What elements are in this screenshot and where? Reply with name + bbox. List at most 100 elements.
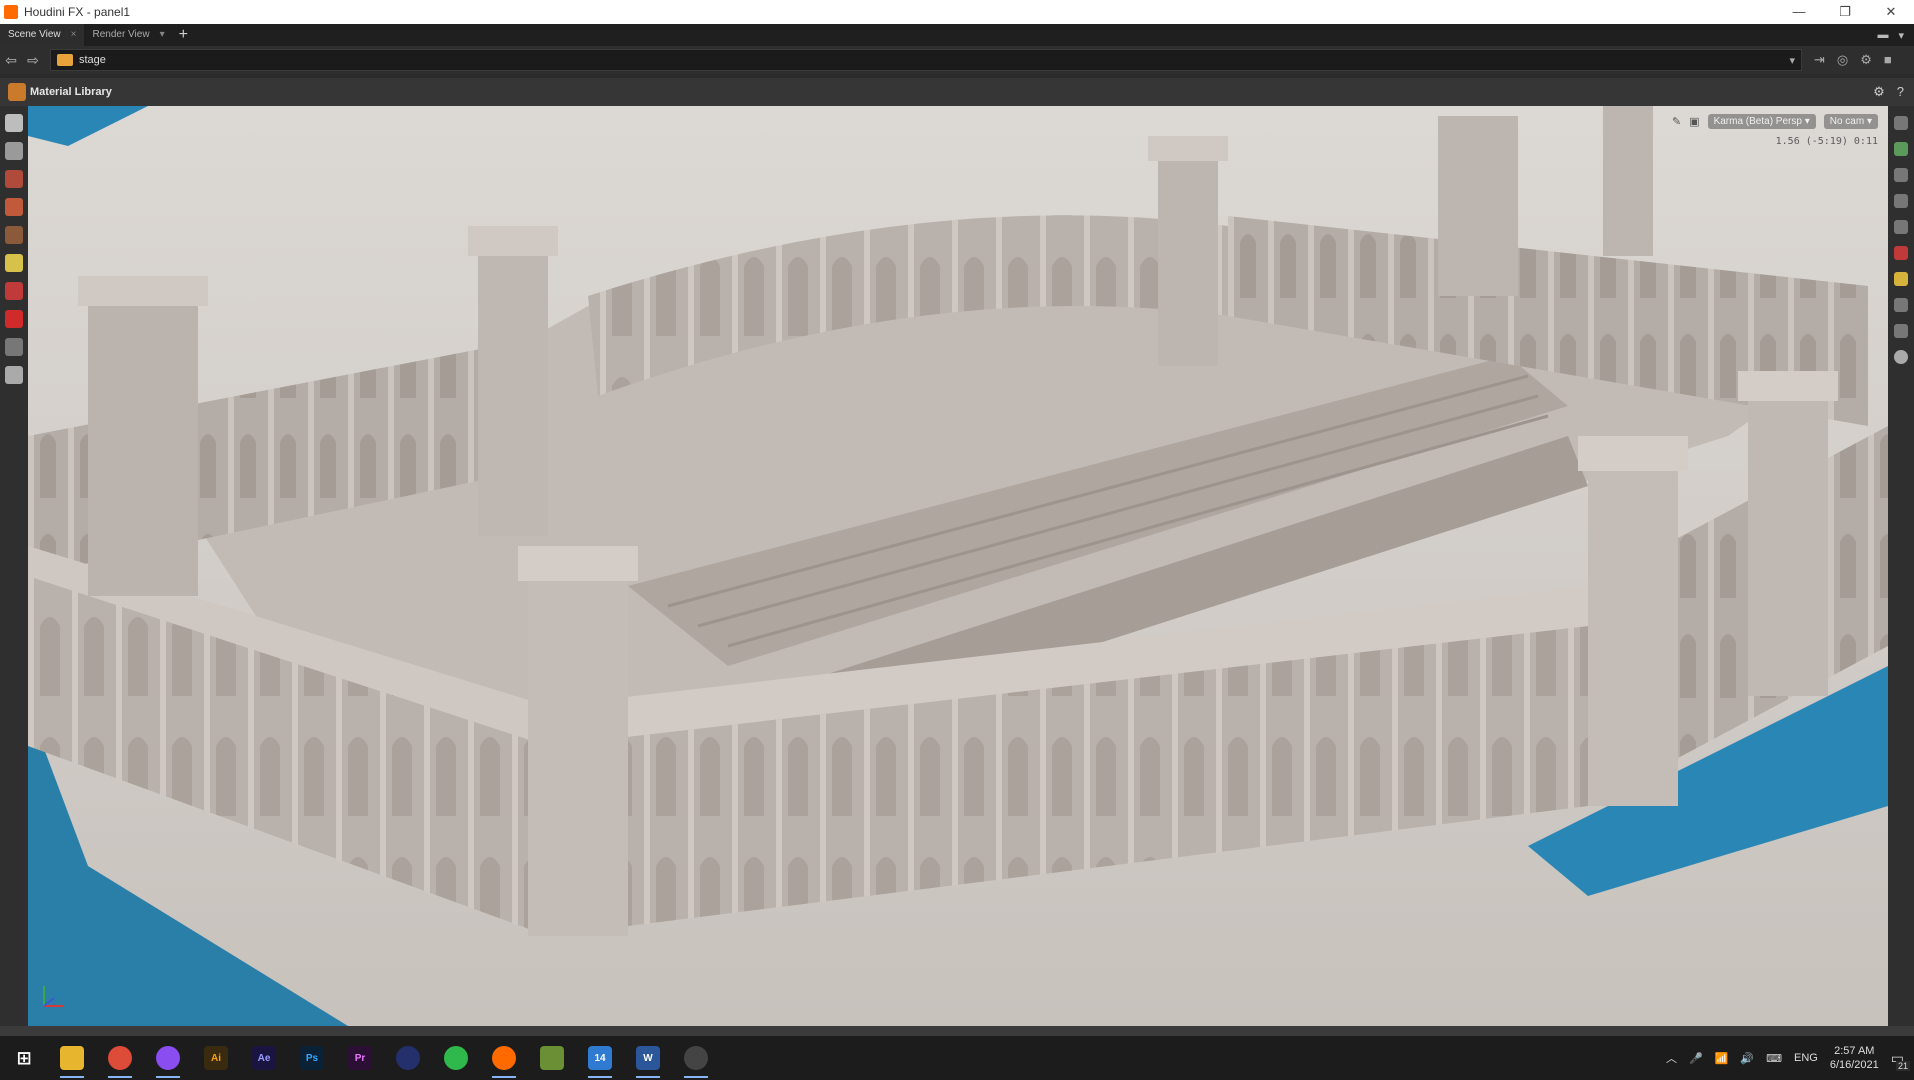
- snapshot-icon[interactable]: [1894, 324, 1908, 338]
- castle-render: [28, 106, 1888, 1026]
- select-tool-icon[interactable]: [5, 114, 23, 132]
- after-effects-icon: Ae: [252, 1046, 276, 1070]
- pane-menu-icon[interactable]: ▾: [1898, 29, 1904, 42]
- path-value: stage: [79, 54, 106, 66]
- houdini-icon: [492, 1046, 516, 1070]
- notifications-icon[interactable]: ▭ 21: [1891, 1050, 1910, 1071]
- view-tool-icon[interactable]: [5, 338, 23, 356]
- close-button[interactable]: ✕: [1868, 4, 1914, 20]
- windows-start-icon: ⊞: [16, 1047, 32, 1068]
- restore-button[interactable]: ❐: [1822, 4, 1868, 20]
- visibility-icon[interactable]: [1894, 142, 1908, 156]
- viewport-bottom-strip: [0, 1026, 1914, 1036]
- taskbar-app[interactable]: [432, 1036, 480, 1080]
- taskbar-app[interactable]: Ai: [192, 1036, 240, 1080]
- whatsapp-icon: [444, 1046, 468, 1070]
- maximize-pane-icon[interactable]: ■: [1884, 52, 1892, 68]
- pencil-icon[interactable]: ✎: [1672, 115, 1681, 128]
- display-options-icon[interactable]: [1894, 116, 1908, 130]
- wifi-icon[interactable]: 📶: [1715, 1052, 1729, 1065]
- scale-tool-icon[interactable]: [5, 226, 23, 244]
- pin-icon[interactable]: ⇥: [1814, 52, 1825, 68]
- link-icon[interactable]: ◎: [1837, 52, 1848, 68]
- lock-camera-icon[interactable]: [1894, 168, 1908, 182]
- lighting-icon[interactable]: [1894, 272, 1908, 286]
- taskbar-app[interactable]: [48, 1036, 96, 1080]
- cinema4d-icon: [396, 1046, 420, 1070]
- path-bar: ⇦ ⇨ stage ▾ ⇥ ◎ ⚙ ■: [0, 46, 1914, 74]
- taskbar-app[interactable]: Ps: [288, 1036, 336, 1080]
- file-explorer-icon: [60, 1046, 84, 1070]
- taskbar-app[interactable]: 14: [576, 1036, 624, 1080]
- volume-icon[interactable]: 🔊: [1740, 1052, 1754, 1065]
- taskbar-app[interactable]: [528, 1036, 576, 1080]
- axis-gizmo-icon: [43, 986, 64, 1007]
- photoshop-icon: Ps: [300, 1046, 324, 1070]
- scene-viewport[interactable]: ✎ ▣ Karma (Beta) Persp ▾ No cam ▾ 1.56 (…: [28, 106, 1888, 1026]
- tab-label: Render View: [92, 29, 150, 40]
- shading-icon[interactable]: [1894, 246, 1908, 260]
- taskbar-app[interactable]: [672, 1036, 720, 1080]
- magnet-icon[interactable]: [5, 310, 23, 328]
- camera-menu[interactable]: No cam ▾: [1823, 114, 1878, 129]
- render-stats: 1.56 (-5:19) 0:11: [1775, 136, 1878, 147]
- tab-scene-view[interactable]: Scene View ×: [0, 24, 85, 46]
- window-title: Houdini FX - panel1: [24, 5, 131, 19]
- notification-count: 21: [1895, 1060, 1910, 1071]
- close-icon[interactable]: ▾: [160, 24, 165, 46]
- clock-date: 6/16/2021: [1829, 1059, 1879, 1071]
- clock-time: 2:57 AM: [1834, 1045, 1875, 1057]
- taskbar-app[interactable]: Ae: [240, 1036, 288, 1080]
- transform-tool-icon[interactable]: [5, 170, 23, 188]
- chrome-icon: [108, 1046, 132, 1070]
- tab-label: Scene View: [8, 29, 61, 40]
- illustrator-icon: Ai: [204, 1046, 228, 1070]
- sphere-icon[interactable]: [1894, 350, 1908, 364]
- chevron-up-icon[interactable]: ︿: [1666, 1050, 1677, 1066]
- microphone-icon[interactable]: 🎤: [1689, 1052, 1703, 1065]
- pane-tabs: Scene View × Render View ▾ + ▬ ▾: [0, 24, 1914, 46]
- window-titlebar: Houdini FX - panel1 — ❐ ✕: [0, 0, 1914, 24]
- pane-layout-icon[interactable]: ▬: [1877, 29, 1888, 42]
- settings-icon[interactable]: ⚙: [1860, 52, 1872, 68]
- chevron-down-icon[interactable]: ▾: [1789, 54, 1795, 67]
- network-path-field[interactable]: stage ▾: [50, 49, 1802, 71]
- clock[interactable]: 2:57 AM 6/16/2021: [1830, 1044, 1879, 1072]
- light-tool-icon[interactable]: [5, 366, 23, 384]
- background-icon[interactable]: [1894, 194, 1908, 208]
- viewport-hud: ✎ ▣ Karma (Beta) Persp ▾ No cam ▾: [1672, 114, 1878, 129]
- taskbar-app[interactable]: [384, 1036, 432, 1080]
- camera-tool-icon[interactable]: [5, 282, 23, 300]
- stage-icon: [57, 54, 73, 66]
- help-icon[interactable]: ?: [1897, 84, 1904, 100]
- back-icon[interactable]: ⇦: [0, 52, 22, 69]
- word-icon: W: [636, 1046, 660, 1070]
- grid-icon[interactable]: [1894, 220, 1908, 234]
- rotate-tool-icon[interactable]: [5, 198, 23, 216]
- lock-icon[interactable]: [5, 142, 23, 160]
- taskbar-app[interactable]: [144, 1036, 192, 1080]
- taskbar-app[interactable]: [480, 1036, 528, 1080]
- renderer-menu[interactable]: Karma (Beta) Persp ▾: [1707, 114, 1816, 129]
- minimize-button[interactable]: —: [1776, 4, 1822, 20]
- tab-render-view[interactable]: Render View ▾: [84, 24, 172, 46]
- gear-icon[interactable]: ⚙: [1873, 84, 1885, 100]
- language-indicator[interactable]: ENG: [1794, 1052, 1818, 1064]
- taskbar-app[interactable]: W: [624, 1036, 672, 1080]
- start-button[interactable]: ⊞: [0, 1036, 48, 1080]
- houdini-icon: [4, 5, 18, 19]
- wireframe-icon[interactable]: [1894, 298, 1908, 312]
- taskbar-app[interactable]: Pr: [336, 1036, 384, 1080]
- forward-icon[interactable]: ⇨: [22, 52, 44, 69]
- pose-tool-icon[interactable]: [5, 254, 23, 272]
- panel-title: Material Library: [30, 86, 112, 98]
- keyboard-icon[interactable]: ⌨: [1766, 1052, 1782, 1065]
- left-toolbar: [0, 106, 28, 1026]
- close-icon[interactable]: ×: [71, 24, 77, 46]
- app-icon: [540, 1046, 564, 1070]
- explorer-window-icon: 14: [588, 1046, 612, 1070]
- taskbar-app[interactable]: [96, 1036, 144, 1080]
- material-library-icon: [8, 83, 26, 101]
- add-tab-button[interactable]: +: [173, 26, 194, 44]
- lock-icon[interactable]: ▣: [1689, 115, 1699, 128]
